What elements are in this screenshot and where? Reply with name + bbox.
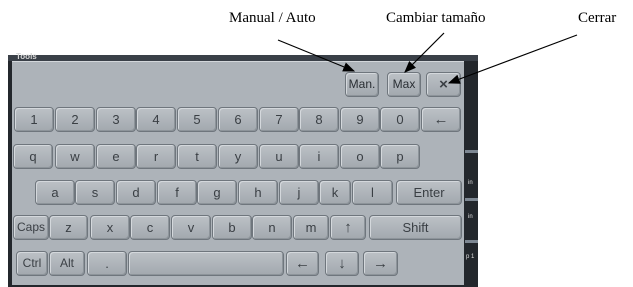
key-3[interactable]: 3 — [96, 107, 136, 132]
key-v[interactable]: v — [171, 215, 211, 240]
key-0[interactable]: 0 — [380, 107, 420, 132]
close-button[interactable]: × — [426, 72, 461, 97]
manual-auto-button[interactable]: Man. — [345, 72, 379, 97]
annotation-manual-auto: Manual / Auto — [229, 10, 316, 26]
key-w[interactable]: w — [55, 144, 95, 169]
on-screen-keyboard: Man. Max × 1 2 3 4 5 6 7 8 9 0 ← q w e r… — [12, 61, 464, 285]
key-s[interactable]: s — [75, 180, 115, 205]
key-r[interactable]: r — [136, 144, 176, 169]
key-t[interactable]: t — [177, 144, 217, 169]
arrow-down-key[interactable]: ↓ — [325, 251, 359, 276]
key-1[interactable]: 1 — [14, 107, 54, 132]
key-g[interactable]: g — [197, 180, 237, 205]
key-5[interactable]: 5 — [177, 107, 217, 132]
key-c[interactable]: c — [130, 215, 170, 240]
key-4[interactable]: 4 — [136, 107, 176, 132]
space-key[interactable] — [128, 251, 284, 276]
key-u[interactable]: u — [259, 144, 299, 169]
arrow-left-key[interactable]: ← — [286, 251, 319, 276]
enter-key[interactable]: Enter — [396, 180, 462, 205]
key-i[interactable]: i — [299, 144, 339, 169]
key-j[interactable]: j — [279, 180, 319, 205]
key-m[interactable]: m — [293, 215, 329, 240]
background-line — [465, 198, 478, 201]
background-side-label: in — [468, 180, 473, 186]
alt-key[interactable]: Alt — [49, 251, 85, 276]
shift-key[interactable]: Shift — [369, 215, 462, 240]
key-a[interactable]: a — [35, 180, 75, 205]
ctrl-key[interactable]: Ctrl — [16, 251, 48, 276]
key-6[interactable]: 6 — [218, 107, 258, 132]
key-e[interactable]: e — [96, 144, 136, 169]
annotation-resize: Cambiar tamaño — [386, 10, 486, 26]
key-7[interactable]: 7 — [259, 107, 299, 132]
key-2[interactable]: 2 — [55, 107, 95, 132]
key-y[interactable]: y — [218, 144, 258, 169]
background-window-title: Tools — [16, 52, 37, 61]
arrow-right-key[interactable]: → — [363, 251, 398, 276]
background-line — [465, 150, 478, 153]
key-k[interactable]: k — [319, 180, 351, 205]
annotation-close: Cerrar — [578, 10, 617, 26]
key-period[interactable]: . — [87, 251, 127, 276]
key-p[interactable]: p — [380, 144, 420, 169]
key-9[interactable]: 9 — [340, 107, 380, 132]
key-x[interactable]: x — [90, 215, 130, 240]
key-h[interactable]: h — [238, 180, 278, 205]
backspace-key[interactable]: ← — [421, 107, 461, 132]
key-f[interactable]: f — [157, 180, 197, 205]
arrow-up-key[interactable]: ↑ — [330, 215, 366, 240]
key-d[interactable]: d — [116, 180, 156, 205]
key-8[interactable]: 8 — [299, 107, 339, 132]
background-side-label: in — [468, 214, 473, 220]
key-b[interactable]: b — [212, 215, 252, 240]
background-line — [465, 240, 478, 243]
caps-lock-key[interactable]: Caps — [13, 215, 49, 240]
resize-button[interactable]: Max — [387, 72, 421, 97]
key-q[interactable]: q — [13, 144, 53, 169]
key-z[interactable]: z — [49, 215, 88, 240]
key-n[interactable]: n — [252, 215, 292, 240]
key-l[interactable]: l — [352, 180, 393, 205]
background-side-label: p 1 — [466, 254, 475, 260]
key-o[interactable]: o — [340, 144, 380, 169]
